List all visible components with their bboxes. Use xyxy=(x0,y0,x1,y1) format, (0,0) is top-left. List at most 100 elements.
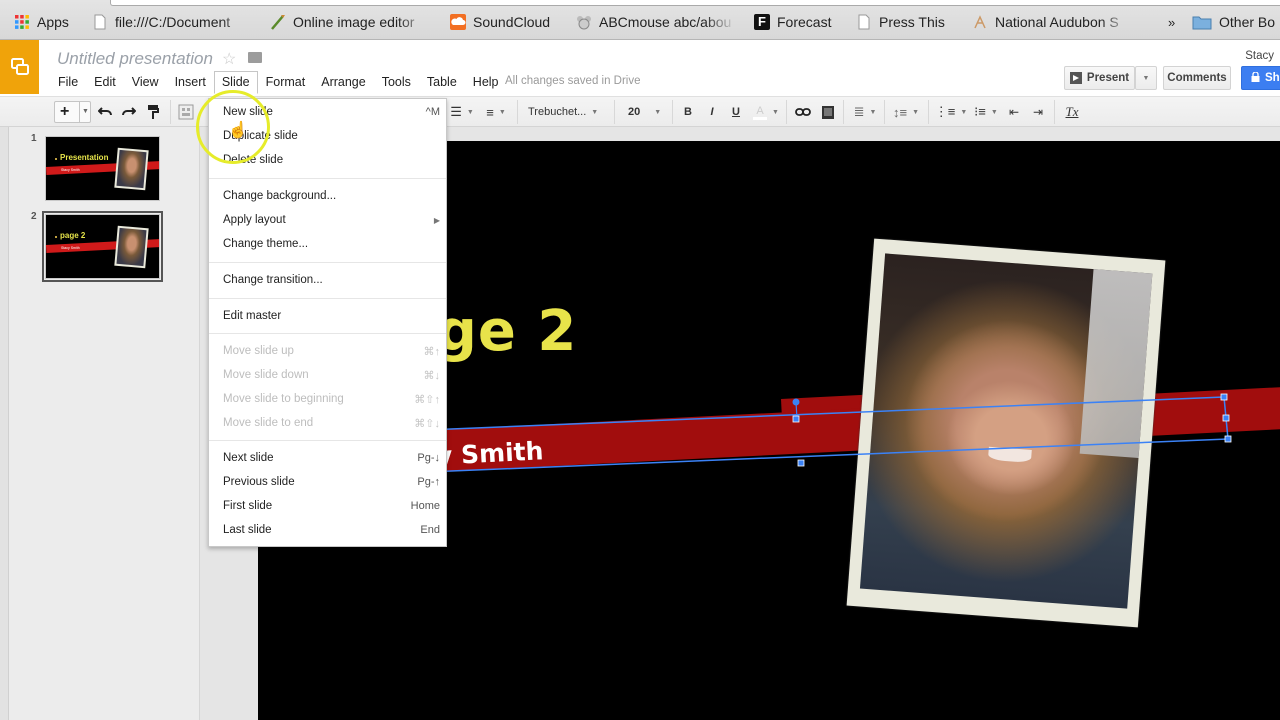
menu-tools[interactable]: Tools xyxy=(374,71,419,94)
resize-handle-right[interactable] xyxy=(1222,414,1230,422)
star-icon[interactable]: ☆ xyxy=(222,49,236,69)
bookmark-label: Other Bo xyxy=(1219,14,1276,30)
document-title[interactable]: Untitled presentation xyxy=(57,49,213,69)
menu-item-shortcut: End xyxy=(420,524,440,536)
menu-item-next-slide[interactable]: Next slide Pg-↓ xyxy=(209,446,446,470)
redo-button[interactable] xyxy=(120,101,138,123)
user-name[interactable]: Stacy xyxy=(1245,50,1274,62)
app-header: Untitled presentation ☆ File Edit View I… xyxy=(0,40,1280,96)
present-options-button[interactable]: ▼ xyxy=(1135,66,1157,90)
screen: Apps file:///C:/Document Online image ed… xyxy=(0,0,1280,720)
slide-thumbnail-2[interactable]: page 2 Stacy Smith xyxy=(42,211,163,282)
menu-insert[interactable]: Insert xyxy=(167,71,214,94)
menu-item-move-slide-to-beginning[interactable]: Move slide to beginning ⌘⇧↑ xyxy=(209,387,446,411)
menu-item-previous-slide[interactable]: Previous slide Pg-↑ xyxy=(209,470,446,494)
menu-item-move-slide-to-end[interactable]: Move slide to end ⌘⇧↓ xyxy=(209,411,446,435)
font-size-dropdown[interactable]: 20 ▼ xyxy=(628,101,664,123)
menu-view[interactable]: View xyxy=(124,71,167,94)
rotate-handle[interactable] xyxy=(792,398,800,406)
menu-item-edit-master[interactable]: Edit master xyxy=(209,304,446,328)
slides-logo[interactable] xyxy=(0,40,39,94)
bookmark-label: ABCmouse abc/abou xyxy=(599,14,732,30)
numbered-list-button[interactable]: ⋮≡ ▼ xyxy=(934,101,968,123)
bookmark-press-this[interactable]: Press This xyxy=(856,12,945,32)
comment-icon xyxy=(822,105,834,119)
share-button[interactable]: Sh xyxy=(1241,66,1280,90)
address-bar[interactable] xyxy=(110,0,1280,6)
menu-table[interactable]: Table xyxy=(419,71,465,94)
bookmark-file[interactable]: file:///C:/Document xyxy=(92,12,252,32)
menu-item-move-slide-up[interactable]: Move slide up ⌘↑ xyxy=(209,339,446,363)
bookmark-other-bookmarks[interactable]: Other Bo xyxy=(1192,12,1275,32)
italic-button[interactable]: I xyxy=(704,101,720,123)
line-weight-icon: ☰ xyxy=(450,104,462,119)
align-button[interactable]: ≣ ▼ xyxy=(850,101,880,123)
decrease-indent-button[interactable]: ⇤ xyxy=(1006,101,1022,123)
menu-item-last-slide[interactable]: Last slide End xyxy=(209,518,446,542)
increase-indent-button[interactable]: ⇥ xyxy=(1030,101,1046,123)
new-slide-layout-dropdown[interactable]: ▼ xyxy=(79,102,91,122)
bookmark-label: Online image editor xyxy=(293,14,415,30)
resize-handle-bottom[interactable] xyxy=(797,459,805,467)
menu-format[interactable]: Format xyxy=(258,71,314,94)
menu-item-label: Move slide to beginning xyxy=(223,393,344,405)
new-slide-button[interactable]: + ▼ xyxy=(54,101,91,123)
line-dash-button[interactable]: ≡ ▼ xyxy=(482,101,510,123)
resize-handle-top-right[interactable] xyxy=(1220,393,1228,401)
bulleted-list-button[interactable]: ⁝≡ ▼ xyxy=(970,101,1002,123)
thumbnail-bullet xyxy=(55,236,57,238)
menu-item-shortcut: ⌘⇧↑ xyxy=(414,393,440,406)
menu-item-change-transition[interactable]: Change transition... xyxy=(209,268,446,292)
resize-handle-bottom-right[interactable] xyxy=(1224,435,1232,443)
menu-item-label: Previous slide xyxy=(223,476,295,488)
comments-button[interactable]: Comments xyxy=(1163,66,1231,90)
resize-handle-top[interactable] xyxy=(792,415,800,423)
bookmark-online-image-editor[interactable]: Online image editor xyxy=(270,12,430,32)
paint-format-button[interactable] xyxy=(144,101,162,123)
undo-button[interactable] xyxy=(96,101,114,123)
folder-icon[interactable] xyxy=(248,52,262,63)
link-icon xyxy=(795,108,811,116)
submenu-arrow-icon: ▶ xyxy=(433,215,440,225)
increase-indent-icon: ⇥ xyxy=(1032,105,1044,119)
font-size-value: 20 xyxy=(628,106,641,118)
bookmarks-overflow-button[interactable]: » xyxy=(1168,12,1175,32)
menu-divider xyxy=(209,298,446,299)
bookmark-forecast[interactable]: F Forecast xyxy=(754,12,831,32)
menu-file[interactable]: File xyxy=(50,71,86,94)
menu-item-change-theme[interactable]: Change theme... xyxy=(209,232,446,256)
bookmark-abcmouse[interactable]: ABCmouse abc/abou xyxy=(576,12,736,32)
menu-item-apply-layout[interactable]: Apply layout ▶ xyxy=(209,208,446,232)
present-button[interactable]: Present xyxy=(1064,66,1135,90)
font-family-value: Trebuchet... xyxy=(528,106,587,118)
bookmark-soundcloud[interactable]: SoundCloud xyxy=(450,12,550,32)
line-spacing-button[interactable]: ↕≡ ▼ xyxy=(890,101,922,123)
bookmark-audubon[interactable]: National Audubon S xyxy=(972,12,1132,32)
menu-edit[interactable]: Edit xyxy=(86,71,124,94)
bold-button[interactable]: B xyxy=(680,101,696,123)
menu-item-shortcut: Pg-↑ xyxy=(417,476,440,488)
font-family-dropdown[interactable]: Trebuchet... ▼ xyxy=(528,101,604,123)
menu-arrange[interactable]: Arrange xyxy=(313,71,373,94)
insert-comment-button[interactable] xyxy=(819,101,837,123)
line-weight-button[interactable]: ☰ ▼ xyxy=(448,101,476,123)
bookmark-apps[interactable]: Apps xyxy=(14,12,69,32)
menu-item-move-slide-down[interactable]: Move slide down ⌘↓ xyxy=(209,363,446,387)
menu-item-change-background[interactable]: Change background... xyxy=(209,184,446,208)
insert-link-button[interactable] xyxy=(793,101,813,123)
clear-formatting-button[interactable]: Tx xyxy=(1062,101,1082,123)
apps-grid-icon xyxy=(14,14,30,30)
layout-icon xyxy=(178,104,194,120)
filmstrip-edge xyxy=(0,127,9,720)
menu-help[interactable]: Help xyxy=(465,71,507,94)
menu-item-first-slide[interactable]: First slide Home xyxy=(209,494,446,518)
text-color-button[interactable]: A ▼ xyxy=(752,101,780,123)
save-status[interactable]: All changes saved in Drive xyxy=(505,75,641,87)
thumbnail-title: page 2 xyxy=(60,231,86,240)
menu-item-label: Change background... xyxy=(223,190,337,202)
hand-cursor-icon: ☝ xyxy=(228,122,248,139)
underline-button[interactable]: U xyxy=(728,101,744,123)
select-layout-button[interactable] xyxy=(176,101,196,123)
slide-thumbnail-1[interactable]: Presentation Stacy Smith xyxy=(45,136,160,201)
forecast-icon: F xyxy=(754,14,770,30)
